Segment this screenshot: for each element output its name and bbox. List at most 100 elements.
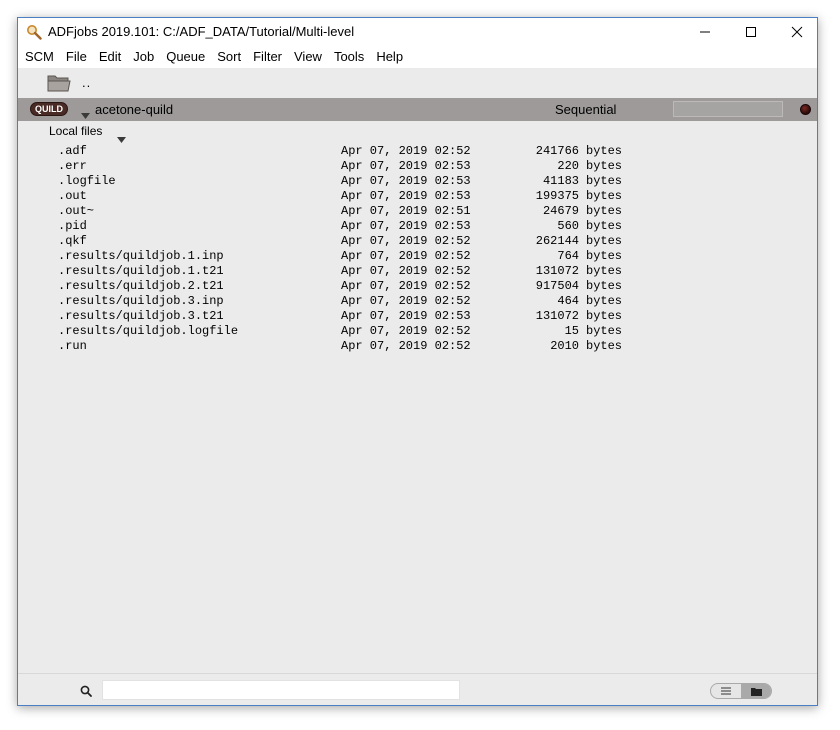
- file-row[interactable]: .qkf Apr 07, 2019 02:52 262144 bytes: [58, 234, 658, 249]
- file-row[interactable]: .results/quildjob.logfile Apr 07, 2019 02…: [58, 324, 658, 339]
- toolbar: ..: [18, 68, 817, 98]
- file-date: Apr 07, 2019 02:52: [341, 234, 471, 248]
- file-size: 560: [557, 219, 579, 233]
- close-button[interactable]: [774, 18, 817, 46]
- maximize-button[interactable]: [728, 18, 774, 46]
- file-date: Apr 07, 2019 02:53: [341, 219, 471, 233]
- folder-view-button[interactable]: [741, 684, 771, 698]
- file-name: .results/quildjob.3.inp: [58, 294, 224, 308]
- list-view-icon: [721, 687, 731, 695]
- file-name: .pid: [58, 219, 87, 233]
- file-name: .err: [58, 159, 87, 173]
- file-row[interactable]: .pid Apr 07, 2019 02:53 560 bytes: [58, 219, 658, 234]
- app-window: ADFjobs 2019.101: C:/ADF_DATA/Tutorial/M…: [17, 17, 818, 706]
- title-bar: ADFjobs 2019.101: C:/ADF_DATA/Tutorial/M…: [18, 18, 817, 46]
- file-date: Apr 07, 2019 02:52: [341, 294, 471, 308]
- menu-bar: SCM File Edit Job Queue Sort Filter View…: [18, 46, 817, 68]
- menu-filter[interactable]: Filter: [247, 46, 288, 68]
- menu-edit[interactable]: Edit: [93, 46, 127, 68]
- file-date: Apr 07, 2019 02:53: [341, 159, 471, 173]
- file-row[interactable]: .results/quildjob.3.inp Apr 07, 2019 02:5…: [58, 294, 658, 309]
- file-name: .out~: [58, 204, 95, 218]
- file-row[interactable]: .adf Apr 07, 2019 02:52 241766 bytes: [58, 144, 658, 159]
- menu-sort[interactable]: Sort: [211, 46, 247, 68]
- file-size: 464: [557, 294, 579, 308]
- file-size: 15: [564, 324, 579, 338]
- window-title: ADFjobs 2019.101: C:/ADF_DATA/Tutorial/M…: [48, 24, 355, 39]
- file-row[interactable]: .run Apr 07, 2019 02:52 2010 bytes: [58, 339, 658, 354]
- file-name: .results/quildjob.logfile: [58, 324, 239, 338]
- file-row[interactable]: .results/quildjob.1.t21 Apr 07, 2019 02:5…: [58, 264, 658, 279]
- search-icon: [80, 684, 92, 702]
- file-row[interactable]: .logfile Apr 07, 2019 02:53 41183 bytes: [58, 174, 658, 189]
- file-size-unit: bytes: [586, 324, 623, 338]
- file-date: Apr 07, 2019 02:53: [341, 189, 471, 203]
- menu-job[interactable]: Job: [127, 46, 160, 68]
- file-name: .run: [58, 339, 87, 353]
- file-name: .adf: [58, 144, 87, 158]
- file-date: Apr 07, 2019 02:53: [341, 309, 471, 323]
- file-date: Apr 07, 2019 02:52: [341, 339, 471, 353]
- job-row[interactable]: QUILD acetone-quild Sequential: [18, 98, 817, 121]
- file-size-unit: bytes: [586, 204, 623, 218]
- job-name[interactable]: acetone-quild: [95, 102, 173, 117]
- menu-view[interactable]: View: [288, 46, 328, 68]
- file-date: Apr 07, 2019 02:52: [341, 144, 471, 158]
- file-name: .logfile: [58, 174, 116, 188]
- bottom-bar: [18, 673, 817, 705]
- file-size-unit: bytes: [586, 264, 623, 278]
- file-size: 131072: [535, 309, 579, 323]
- menu-queue[interactable]: Queue: [160, 46, 211, 68]
- file-name: .out: [58, 189, 87, 203]
- menu-help[interactable]: Help: [370, 46, 409, 68]
- folder-view-icon: [750, 687, 762, 696]
- status-light-icon: [800, 104, 811, 115]
- file-date: Apr 07, 2019 02:52: [341, 279, 471, 293]
- file-size-unit: bytes: [586, 174, 623, 188]
- file-row[interactable]: .results/quildjob.1.inp Apr 07, 2019 02:5…: [58, 249, 658, 264]
- file-name: .qkf: [58, 234, 87, 248]
- file-date: Apr 07, 2019 02:51: [341, 204, 471, 218]
- file-row[interactable]: .out~ Apr 07, 2019 02:51 24679 bytes: [58, 204, 658, 219]
- menu-tools[interactable]: Tools: [328, 46, 370, 68]
- file-date: Apr 07, 2019 02:52: [341, 324, 471, 338]
- menu-file[interactable]: File: [60, 46, 93, 68]
- file-size-unit: bytes: [586, 144, 623, 158]
- file-size: 917504: [535, 279, 579, 293]
- minimize-button[interactable]: [682, 18, 728, 46]
- file-name: .results/quildjob.1.inp: [58, 249, 224, 263]
- file-size: 220: [557, 159, 579, 173]
- file-size: 199375: [535, 189, 579, 203]
- chevron-down-icon[interactable]: [81, 106, 90, 124]
- parent-directory-link[interactable]: ..: [82, 75, 91, 90]
- maximize-icon: [746, 27, 756, 37]
- file-date: Apr 07, 2019 02:52: [341, 264, 471, 278]
- local-files-label[interactable]: Local files: [49, 124, 102, 138]
- file-size-unit: bytes: [586, 339, 623, 353]
- list-view-button[interactable]: [711, 684, 741, 698]
- job-queue-field[interactable]: [673, 101, 783, 117]
- file-size-unit: bytes: [586, 309, 623, 323]
- file-size-unit: bytes: [586, 219, 623, 233]
- file-size-unit: bytes: [586, 294, 623, 308]
- search-input[interactable]: [102, 680, 460, 700]
- file-row[interactable]: .out Apr 07, 2019 02:53 199375 bytes: [58, 189, 658, 204]
- job-run-mode[interactable]: Sequential: [555, 102, 616, 117]
- file-row[interactable]: .results/quildjob.2.t21 Apr 07, 2019 02:5…: [58, 279, 658, 294]
- menu-scm[interactable]: SCM: [18, 46, 60, 68]
- file-size: 764: [557, 249, 579, 263]
- file-row[interactable]: .err Apr 07, 2019 02:53 220 bytes: [58, 159, 658, 174]
- file-date: Apr 07, 2019 02:53: [341, 174, 471, 188]
- file-date: Apr 07, 2019 02:52: [341, 249, 471, 263]
- minimize-icon: [700, 31, 710, 33]
- file-size: 24679: [542, 204, 579, 218]
- folder-icon[interactable]: [46, 71, 72, 95]
- file-name: .results/quildjob.2.t21: [58, 279, 224, 293]
- job-type-badge: QUILD: [30, 102, 68, 116]
- file-size: 2010: [550, 339, 579, 353]
- file-name: .results/quildjob.1.t21: [58, 264, 224, 278]
- file-size-unit: bytes: [586, 159, 623, 173]
- view-toggle[interactable]: [710, 683, 772, 699]
- file-row[interactable]: .results/quildjob.3.t21 Apr 07, 2019 02:5…: [58, 309, 658, 324]
- file-size: 41183: [542, 174, 579, 188]
